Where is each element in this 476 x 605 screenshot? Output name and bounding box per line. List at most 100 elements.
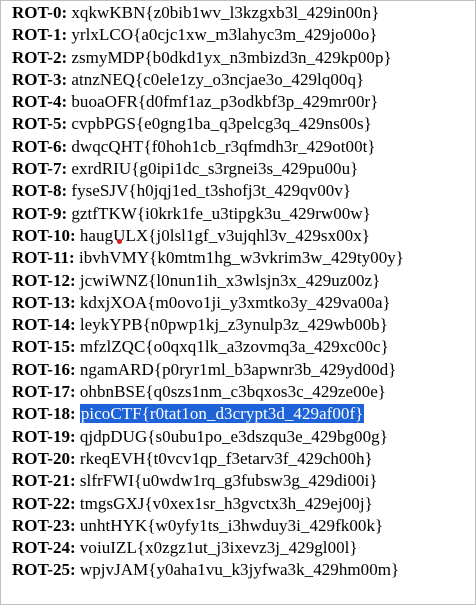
rot-line[interactable]: ROT-17: ohbnBSE{q0szs1nm_c3bqxos3c_429ze… [12,381,404,403]
rot-label: ROT-15 [12,337,70,357]
rot-label: ROT-8 [12,181,62,201]
rot-value[interactable]: voiuIZL{x0zgz1ut_j3ixevz3j_429gl00l} [80,538,358,557]
rot-line[interactable]: ROT-7: exrdRIU{g0ipi1dc_s3rgnei3s_429pu0… [12,158,404,180]
rot-line[interactable]: ROT-13: kdxjXOA{m0ovo1ji_y3xmtko3y_429va… [12,292,404,314]
rot-value[interactable]: ohbnBSE{q0szs1nm_c3bqxos3c_429ze00e} [80,382,386,401]
rot-value[interactable]: tmgsGXJ{v0xex1sr_h3gvctx3h_429ej00j} [80,494,373,513]
rot-label: ROT-23 [12,515,70,535]
rot-separator: : [69,404,80,424]
rot-line[interactable]: ROT-25: wpjvJAM{y0aha1vu_k3jyfwa3k_429hm… [12,559,404,581]
rot-label: ROT-6 [12,136,62,156]
rot-value[interactable]: fyseSJV{h0jqj1ed_t3shofj3t_429qv00v} [71,181,351,200]
rot-separator: : [69,538,80,558]
rot-value[interactable]: ibvhVMY{k0mtm1hg_w3vkrim3w_429ty00y} [79,248,404,267]
rot-label: ROT-20 [12,448,70,468]
rot-label: ROT-3 [12,69,62,89]
rot-line[interactable]: ROT-11: ibvhVMY{k0mtm1hg_w3vkrim3w_429ty… [12,247,404,269]
rot-line[interactable]: ROT-12: jcwiWNZ{l0nun1ih_x3wlsjn3x_429uz… [12,270,404,292]
rot-value[interactable]: kdxjXOA{m0ovo1ji_y3xmtko3y_429va00a} [80,293,391,312]
rot-separator: : [61,203,72,223]
rot-separator: : [69,315,80,335]
rot-value[interactable]: exrdRIU{g0ipi1dc_s3rgnei3s_429pu00u} [71,159,358,178]
rot-separator: : [69,270,80,290]
rot-label: ROT-1 [12,25,62,45]
rot-separator: : [61,47,72,67]
rot-line[interactable]: ROT-6: dwqcQHT{f0hoh1cb_r3qfmdh3r_429ot0… [12,136,404,158]
rot-label: ROT-4 [12,92,62,112]
rot-separator: : [61,181,72,201]
rot-label: ROT-9 [12,203,62,223]
rot-line[interactable]: ROT-23: unhtHYK{w0yfy1ts_i3hwduy3i_429fk… [12,515,404,537]
rot-output-list: ROT-0: xqkwKBN{z0bib1wv_l3kzgxb3l_429in0… [12,2,404,582]
rot-separator: : [69,382,80,402]
rot-value[interactable]: leykYPB{n0pwp1kj_z3ynulp3z_429wb00b} [80,315,388,334]
rot-label: ROT-0 [12,3,62,22]
rot-line[interactable]: ROT-10: haugULX{j0lsl1gf_v3ujqhl3v_429sx… [12,225,404,247]
rot-label: ROT-18 [12,404,70,424]
rot-separator: : [61,114,72,134]
rot-line[interactable]: ROT-0: xqkwKBN{z0bib1wv_l3kzgxb3l_429in0… [12,2,404,24]
rot-value[interactable]: dwqcQHT{f0hoh1cb_r3qfmdh3r_429ot00t} [71,137,375,156]
rot-value[interactable]: xqkwKBN{z0bib1wv_l3kzgxb3l_429in00n} [71,3,379,22]
rot-value[interactable]: ngamARD{p0ryr1ml_b3apwnr3b_429yd00d} [80,360,397,379]
rot-label: ROT-10 [12,225,70,245]
rot-line[interactable]: ROT-18: picoCTF{r0tat1on_d3crypt3d_429af… [12,403,404,425]
rot-value[interactable]: slfrFWI{u0wdw1rq_g3fubsw3g_429di00i} [80,471,378,490]
rot-label: ROT-24 [12,538,70,558]
mouse-cursor-dot [117,239,122,244]
rot-label: ROT-12 [12,270,70,290]
rot-line[interactable]: ROT-21: slfrFWI{u0wdw1rq_g3fubsw3g_429di… [12,470,404,492]
rot-value[interactable]: yrlxLCO{a0cjc1xw_m3lahyc3m_429jo00o} [71,25,377,44]
rot-value[interactable]: cvpbPGS{e0gng1ba_q3pelcg3q_429ns00s} [71,114,372,133]
rot-value[interactable]: atnzNEQ{c0ele1zy_o3ncjae3o_429lq00q} [71,70,364,89]
rot-value[interactable]: rkeqEVH{t0vcv1qp_f3etarv3f_429ch00h} [80,449,373,468]
rot-separator: : [69,493,80,513]
selected-flag-text[interactable]: picoCTF{r0tat1on_d3crypt3d_429af00f} [79,404,365,424]
rot-value[interactable]: gztfTKW{i0krk1fe_u3tipgk3u_429rw00w} [71,204,371,223]
rot-line[interactable]: ROT-1: yrlxLCO{a0cjc1xw_m3lahyc3m_429jo0… [12,24,404,46]
rot-value[interactable]: wpjvJAM{y0aha1vu_k3jyfwa3k_429hm00m} [80,560,399,579]
rot-value[interactable]: unhtHYK{w0yfy1ts_i3hwduy3i_429fk00k} [80,516,383,535]
rot-line[interactable]: ROT-15: mfzlZQC{o0qxq1lk_a3zovmq3a_429xc… [12,336,404,358]
rot-separator: : [69,359,80,379]
rot-line[interactable]: ROT-2: zsmyMDP{b0dkd1yx_n3mbizd3n_429kp0… [12,47,404,69]
rot-value[interactable]: mfzlZQC{o0qxq1lk_a3zovmq3a_429xc00c} [80,337,389,356]
rot-label: ROT-22 [12,493,70,513]
rot-label: ROT-7 [12,159,62,179]
rot-value[interactable]: qjdpDUG{s0ubu1po_e3dszqu3e_429bg00g} [80,427,388,446]
rot-line[interactable]: ROT-16: ngamARD{p0ryr1ml_b3apwnr3b_429yd… [12,359,404,381]
rot-line[interactable]: ROT-8: fyseSJV{h0jqj1ed_t3shofj3t_429qv0… [12,180,404,202]
rot-separator: : [61,25,72,45]
rot-separator: : [61,3,72,22]
rot-value[interactable]: haugULX{j0lsl1gf_v3ujqhl3v_429sx00x} [80,226,370,245]
rot-label: ROT-11 [12,248,70,268]
rot-label: ROT-13 [12,292,70,312]
rot-label: ROT-14 [12,315,70,335]
rot-line[interactable]: ROT-9: gztfTKW{i0krk1fe_u3tipgk3u_429rw0… [12,203,404,225]
rot-line[interactable]: ROT-20: rkeqEVH{t0vcv1qp_f3etarv3f_429ch… [12,448,404,470]
rot-separator: : [69,248,79,268]
rot-separator: : [69,426,80,446]
rot-separator: : [69,292,80,312]
rot-label: ROT-25 [12,560,70,580]
rot-label: ROT-2 [12,47,62,67]
rot-line[interactable]: ROT-24: voiuIZL{x0zgz1ut_j3ixevz3j_429gl… [12,537,404,559]
rot-line[interactable]: ROT-5: cvpbPGS{e0gng1ba_q3pelcg3q_429ns0… [12,113,404,135]
rot-value[interactable]: jcwiWNZ{l0nun1ih_x3wlsjn3x_429uz00z} [80,271,380,290]
rot-label: ROT-17 [12,382,70,402]
rot-separator: : [61,159,72,179]
rot-separator: : [69,471,80,491]
rot-line[interactable]: ROT-14: leykYPB{n0pwp1kj_z3ynulp3z_429wb… [12,314,404,336]
rot-line[interactable]: ROT-3: atnzNEQ{c0ele1zy_o3ncjae3o_429lq0… [12,69,404,91]
rot-separator: : [61,92,72,112]
rot-separator: : [69,225,80,245]
rot-value[interactable]: zsmyMDP{b0dkd1yx_n3mbizd3n_429kp00p} [71,48,391,67]
rot-separator: : [61,136,72,156]
rot-line[interactable]: ROT-22: tmgsGXJ{v0xex1sr_h3gvctx3h_429ej… [12,493,404,515]
rot-label: ROT-5 [12,114,62,134]
rot-line[interactable]: ROT-19: qjdpDUG{s0ubu1po_e3dszqu3e_429bg… [12,426,404,448]
rot-line[interactable]: ROT-4: buoaOFR{d0fmf1az_p3odkbf3p_429mr0… [12,91,404,113]
rot-value[interactable]: buoaOFR{d0fmf1az_p3odkbf3p_429mr00r} [71,92,378,111]
rot-label: ROT-16 [12,359,70,379]
rot-separator: : [69,515,80,535]
